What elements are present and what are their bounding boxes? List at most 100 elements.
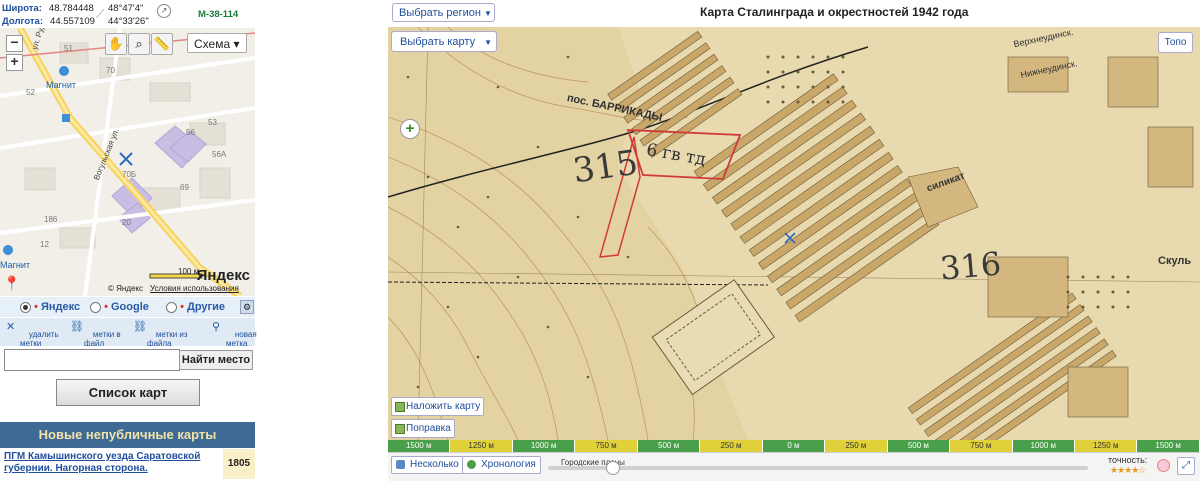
choose-region-label: Выбрать регион	[399, 7, 481, 19]
scale-segment: 1500 м	[1137, 440, 1200, 452]
map-list-button[interactable]: Список карт	[56, 379, 200, 406]
yandex-logo: Яндекс	[196, 267, 250, 284]
magnifier-tool-icon[interactable]: ⌕	[128, 33, 150, 55]
chain-icon: ⛓	[133, 321, 147, 333]
house-number: 20	[122, 218, 131, 227]
scale-segment: 250 м	[825, 440, 888, 452]
pin-icon: ⚲	[212, 321, 221, 333]
chain-icon: ⛓	[70, 321, 84, 333]
map-label-division-316: 316	[938, 244, 1003, 288]
accuracy-stars: ★★★★☆	[1110, 465, 1146, 475]
provider-other-label: Другие	[186, 301, 225, 313]
choose-region-button[interactable]: Выбрать регион ▼	[392, 3, 495, 22]
clock-icon	[467, 460, 476, 469]
radio-icon[interactable]	[20, 301, 31, 313]
ruler-tool-icon[interactable]: 📏	[151, 33, 173, 55]
choose-map-button[interactable]: Выбрать карту ▼	[391, 31, 497, 52]
poi-magnit-2[interactable]: Магнит	[0, 260, 30, 270]
longitude-dms: 44°33'26"	[108, 16, 149, 27]
poi-magnit-1[interactable]: Магнит	[46, 80, 76, 90]
copyright-text: © Яндекс	[108, 284, 144, 293]
new-maps-heading: Новые непубличные карты	[0, 422, 255, 448]
historical-map-graphics	[388, 27, 1200, 440]
radio-icon[interactable]	[90, 301, 101, 313]
provider-yandex[interactable]: • Яндекс	[20, 301, 80, 313]
longitude-label: Долгота:	[2, 16, 43, 27]
provider-marker-icon: •	[180, 301, 184, 313]
overlay-icon	[395, 402, 405, 412]
house-number: 70Б	[122, 170, 137, 179]
map-label-skul: Скуль	[1158, 255, 1192, 267]
map-title: Карта Сталинграда и окрестностей 1942 го…	[700, 5, 969, 19]
location-pin-icon[interactable]: 📍	[3, 275, 20, 292]
radio-icon[interactable]	[166, 301, 177, 313]
coordinates-panel: Широта: 48.784448 Долгота: 44.557109 48°…	[0, 0, 255, 28]
provider-marker-icon: •	[104, 301, 108, 313]
correction-label: Поправка	[406, 423, 451, 434]
overlay-map-label: Наложить карту	[406, 401, 481, 412]
scale-segment: 500 м	[887, 440, 951, 452]
correction-button[interactable]: Поправка	[391, 419, 455, 438]
scale-segment: 750 м	[950, 440, 1013, 452]
historical-map[interactable]: пос. БАРРИКАДЫ 315 6 гв тд 316 силикат В…	[388, 27, 1200, 440]
overlay-map-button[interactable]: Наложить карту	[391, 397, 485, 416]
scale-segment: 0 м	[762, 440, 826, 452]
new-map-year: 1805	[223, 449, 255, 479]
topo-button[interactable]: Топо	[1158, 32, 1193, 53]
add-layer-icon[interactable]: +	[400, 119, 420, 139]
house-number: 52	[26, 88, 35, 97]
latitude-dms: 48°47'4"	[108, 3, 144, 14]
provider-yandex-label: Яндекс	[40, 301, 81, 313]
reset-icon[interactable]	[1157, 459, 1170, 472]
latitude-label: Широта:	[2, 3, 42, 14]
zoom-out-button[interactable]: −	[6, 35, 23, 52]
chevron-down-icon: ▼	[484, 38, 493, 47]
house-number: 53	[208, 118, 217, 127]
accuracy-label: точность:	[1108, 455, 1148, 465]
provider-switch: • Яндекс • Google • Другие ⚙	[0, 297, 255, 317]
delete-marks-icon: ✕	[6, 321, 16, 333]
several-maps-button[interactable]: Несколько	[391, 456, 464, 474]
scale-segment: 1500 м	[388, 440, 451, 452]
find-place-button[interactable]: Найти место	[179, 350, 253, 370]
link-icon[interactable]: ⟋	[96, 7, 104, 22]
longitude-value: 44.557109	[50, 16, 95, 27]
house-number: 70	[106, 66, 115, 75]
provider-google[interactable]: • Google	[90, 301, 149, 313]
house-number: 51	[64, 44, 73, 53]
place-search-input[interactable]	[4, 349, 180, 371]
settings-icon[interactable]: ⚙	[240, 300, 254, 314]
timeline-slider-handle[interactable]	[606, 461, 620, 475]
scale-bar: 1500 м 1250 м 1000 м 750 м 500 м 250 м0 м 250 …	[388, 440, 1200, 452]
hand-tool-icon[interactable]: ✋	[105, 33, 127, 55]
house-number: 12	[40, 240, 49, 249]
house-number: 186	[44, 215, 58, 224]
choose-map-label: Выбрать карту	[400, 36, 476, 48]
layers-icon	[396, 460, 405, 469]
provider-google-label: Google	[110, 301, 149, 313]
correction-icon	[395, 424, 405, 434]
chronology-button[interactable]: Хронология	[462, 456, 541, 474]
scale-segment: 1250 м	[1074, 440, 1138, 452]
several-maps-label: Несколько	[410, 459, 459, 470]
scale-segment: 1000 м	[512, 440, 576, 452]
scale-segment: 500 м	[637, 440, 701, 452]
provider-other[interactable]: • Другие	[166, 301, 225, 313]
terms-link[interactable]: Условия использования	[150, 284, 239, 293]
sheet-code[interactable]: M-38-114	[198, 9, 238, 20]
new-map-title-link[interactable]: ПГМ Камышинского уезда Саратовской губер…	[4, 451, 219, 475]
expand-icon[interactable]: ⤢	[1177, 457, 1195, 475]
provider-marker-icon: •	[34, 301, 38, 313]
street-map-graphics	[0, 28, 255, 296]
scale-segment: 1250 м	[450, 440, 513, 452]
map-type-select[interactable]: Схема ▾	[187, 33, 247, 53]
zoom-in-button[interactable]: +	[6, 54, 23, 71]
timeline-slider[interactable]	[548, 466, 1088, 470]
compass-icon[interactable]: ↗	[157, 4, 171, 18]
scale-segment: 750 м	[575, 440, 638, 452]
latitude-value: 48.784448	[48, 3, 94, 14]
chronology-label: Хронология	[481, 459, 536, 470]
scale-segment: 1000 м	[1012, 440, 1075, 452]
street-map[interactable]: − + ✋ ⌕ 📏 Схема ▾ Магнит Магнит ул. Рудн…	[0, 28, 255, 296]
scale-segment: 250 м	[700, 440, 763, 452]
